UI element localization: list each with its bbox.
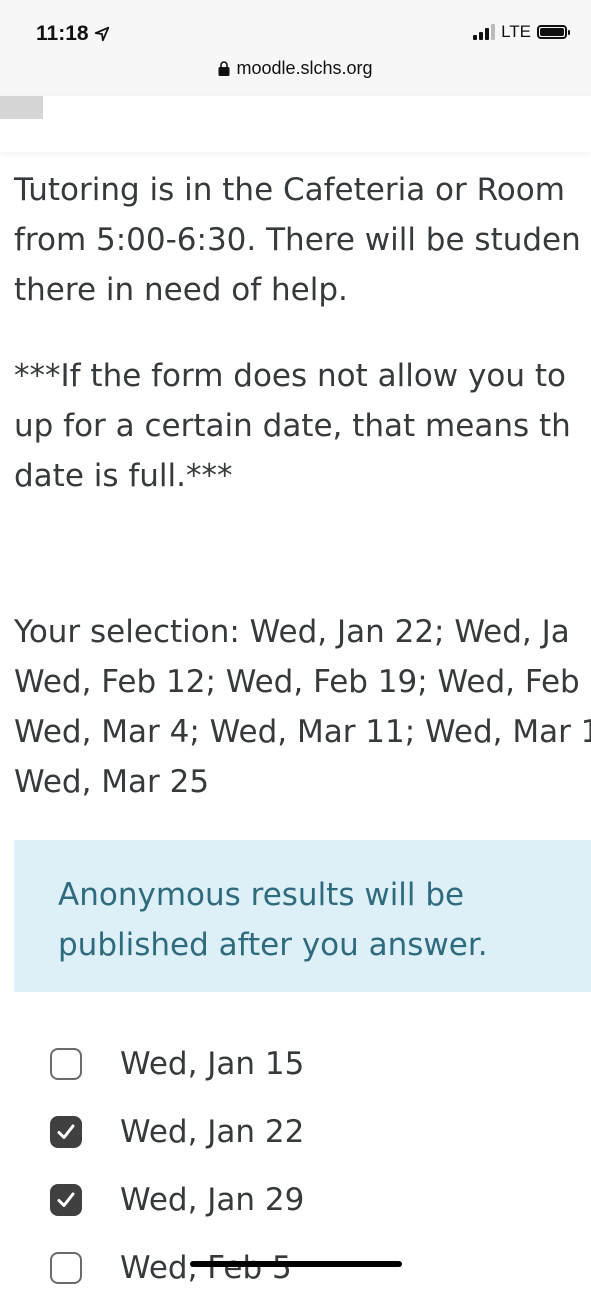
address-bar[interactable]: moodle.slchs.org [0, 58, 591, 79]
url-text: moodle.slchs.org [236, 58, 373, 78]
checkbox[interactable] [50, 1116, 82, 1148]
option-label: Wed, Jan 15 [120, 1046, 305, 1082]
text-line: up for a certain date, that means th [14, 408, 571, 444]
checkbox[interactable] [50, 1048, 82, 1080]
text-line: Tutoring is in the Cafeteria or Room [14, 172, 565, 208]
location-arrow-icon [94, 26, 109, 42]
signal-icon [473, 24, 496, 40]
choice-option[interactable]: Wed, Feb 5 [50, 1234, 304, 1302]
checkmark-icon [57, 1192, 75, 1207]
option-label: Wed, Jan 22 [120, 1114, 305, 1150]
battery-icon [537, 25, 570, 39]
checkmark-icon [57, 1124, 75, 1139]
text-line: date is full.*** [14, 458, 233, 494]
notice-line: Anonymous results will be [58, 877, 465, 913]
text-line: ***If the form does not allow you to [14, 358, 566, 394]
checkbox[interactable] [50, 1184, 82, 1216]
option-label: Wed, Feb 5 [120, 1250, 292, 1286]
network-label: LTE [501, 22, 531, 41]
text-line: from 5:00-6:30. There will be studen [14, 222, 581, 258]
text-line: there in need of help. [14, 272, 348, 308]
text-line: Your selection: Wed, Jan 22; Wed, Ja [14, 614, 570, 650]
choice-option[interactable]: Wed, Jan 22 [50, 1098, 304, 1166]
status-indicators: LTE [473, 22, 570, 42]
option-label: Wed, Jan 29 [120, 1182, 305, 1218]
anonymous-notice: Anonymous results will be published afte… [14, 840, 591, 992]
form-full-note: ***If the form does not allow you to up … [14, 351, 571, 501]
text-line: Wed, Feb 12; Wed, Feb 19; Wed, Feb 2 [14, 664, 591, 700]
tutoring-info: Tutoring is in the Cafeteria or Room fro… [14, 165, 581, 315]
checkbox[interactable] [50, 1252, 82, 1284]
text-line: Wed, Mar 4; Wed, Mar 11; Wed, Mar 18 [14, 714, 591, 750]
notice-line: published after you answer. [58, 927, 488, 963]
home-indicator[interactable] [190, 1261, 402, 1267]
header-block [0, 96, 43, 119]
choice-option[interactable]: Wed, Jan 29 [50, 1166, 304, 1234]
page-header-strip [0, 96, 591, 152]
lock-icon [218, 61, 230, 76]
time-text: 11:18 [36, 22, 89, 45]
text-line: Wed, Mar 25 [14, 764, 210, 800]
status-bar: 11:18 LTE moodle.slchs.org [0, 0, 591, 97]
choice-option[interactable]: Wed, Jan 15 [50, 1030, 304, 1098]
your-selection: Your selection: Wed, Jan 22; Wed, Ja Wed… [14, 607, 591, 807]
status-time: 11:18 [36, 22, 111, 46]
